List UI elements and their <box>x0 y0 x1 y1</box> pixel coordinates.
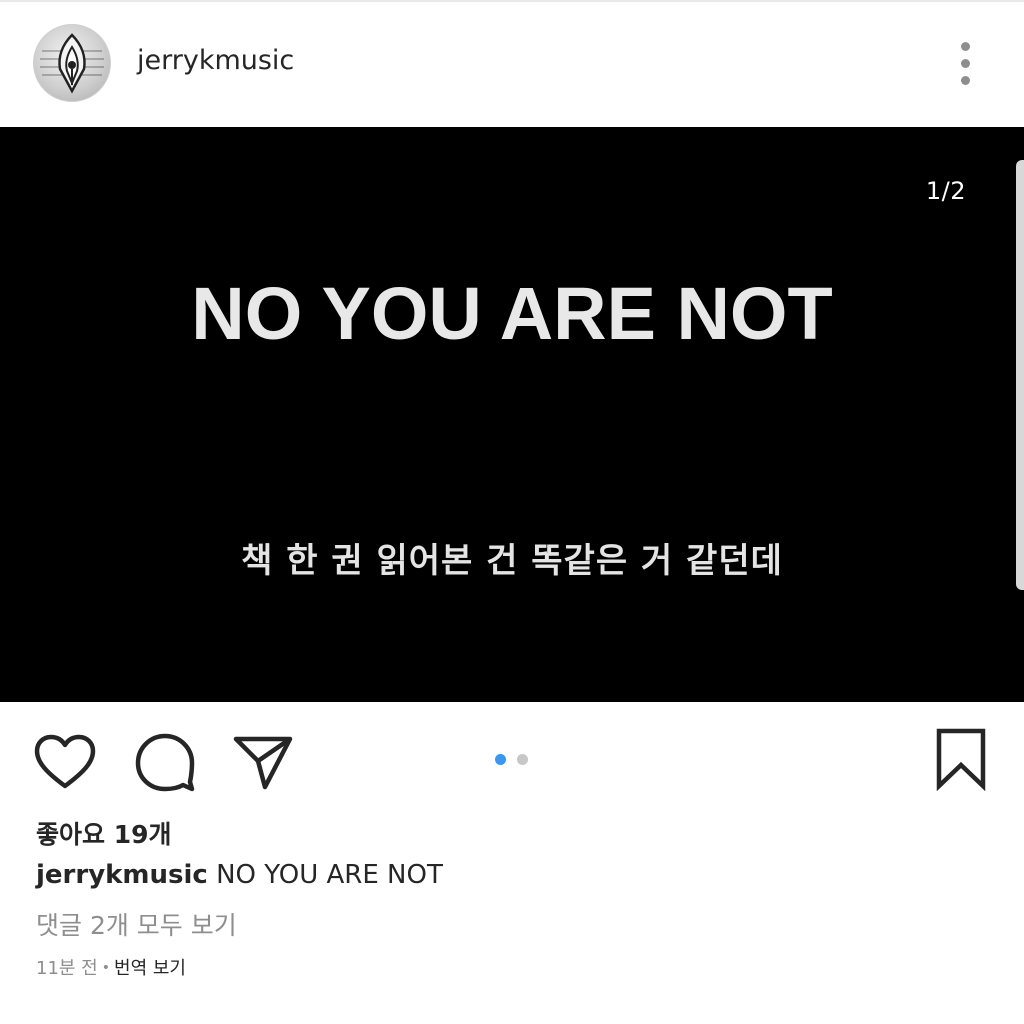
post-meta: 11분 전 • 번역 보기 <box>36 954 186 980</box>
media-headline-text: NO YOU ARE NOT <box>191 272 833 355</box>
post-timestamp: 11분 전 <box>36 958 98 979</box>
comment-bubble-icon[interactable] <box>134 732 196 792</box>
next-slide-peek <box>1016 160 1024 590</box>
carousel-indicator <box>495 754 535 766</box>
carousel-counter: 1/2 <box>925 177 966 205</box>
heart-icon[interactable] <box>34 734 96 790</box>
avatar[interactable] <box>33 24 111 102</box>
likes-count[interactable]: 좋아요 19개 <box>36 815 172 851</box>
meta-separator: • <box>101 960 111 976</box>
post-media[interactable]: 1/2 NO YOU ARE NOT 책 한 권 읽어본 건 똑같은 거 같던데 <box>0 127 1024 702</box>
see-translation-link[interactable]: 번역 보기 <box>114 958 186 979</box>
post-username[interactable]: jerrykmusic <box>137 43 294 79</box>
caption-text: NO YOU ARE NOT <box>216 860 443 890</box>
instagram-post-screen: jerrykmusic 1/2 NO YOU ARE NOT 책 한 권 읽어본… <box>0 0 1024 1024</box>
more-vertical-icon[interactable] <box>950 42 980 86</box>
post-header: jerrykmusic <box>0 2 1024 126</box>
view-all-comments-link[interactable]: 댓글 2개 모두 보기 <box>36 906 237 942</box>
caption-username[interactable]: jerrykmusic <box>36 860 208 890</box>
bookmark-icon[interactable] <box>935 727 987 791</box>
carousel-dot-active <box>495 754 506 765</box>
carousel-dot <box>517 754 528 765</box>
paper-plane-icon[interactable] <box>232 735 294 791</box>
action-bar <box>0 703 1024 813</box>
fountain-pen-nib-icon <box>40 33 104 94</box>
media-subtitle-text: 책 한 권 읽어본 건 똑같은 거 같던데 <box>241 541 783 581</box>
caption: jerrykmusic NO YOU ARE NOT <box>36 860 443 890</box>
